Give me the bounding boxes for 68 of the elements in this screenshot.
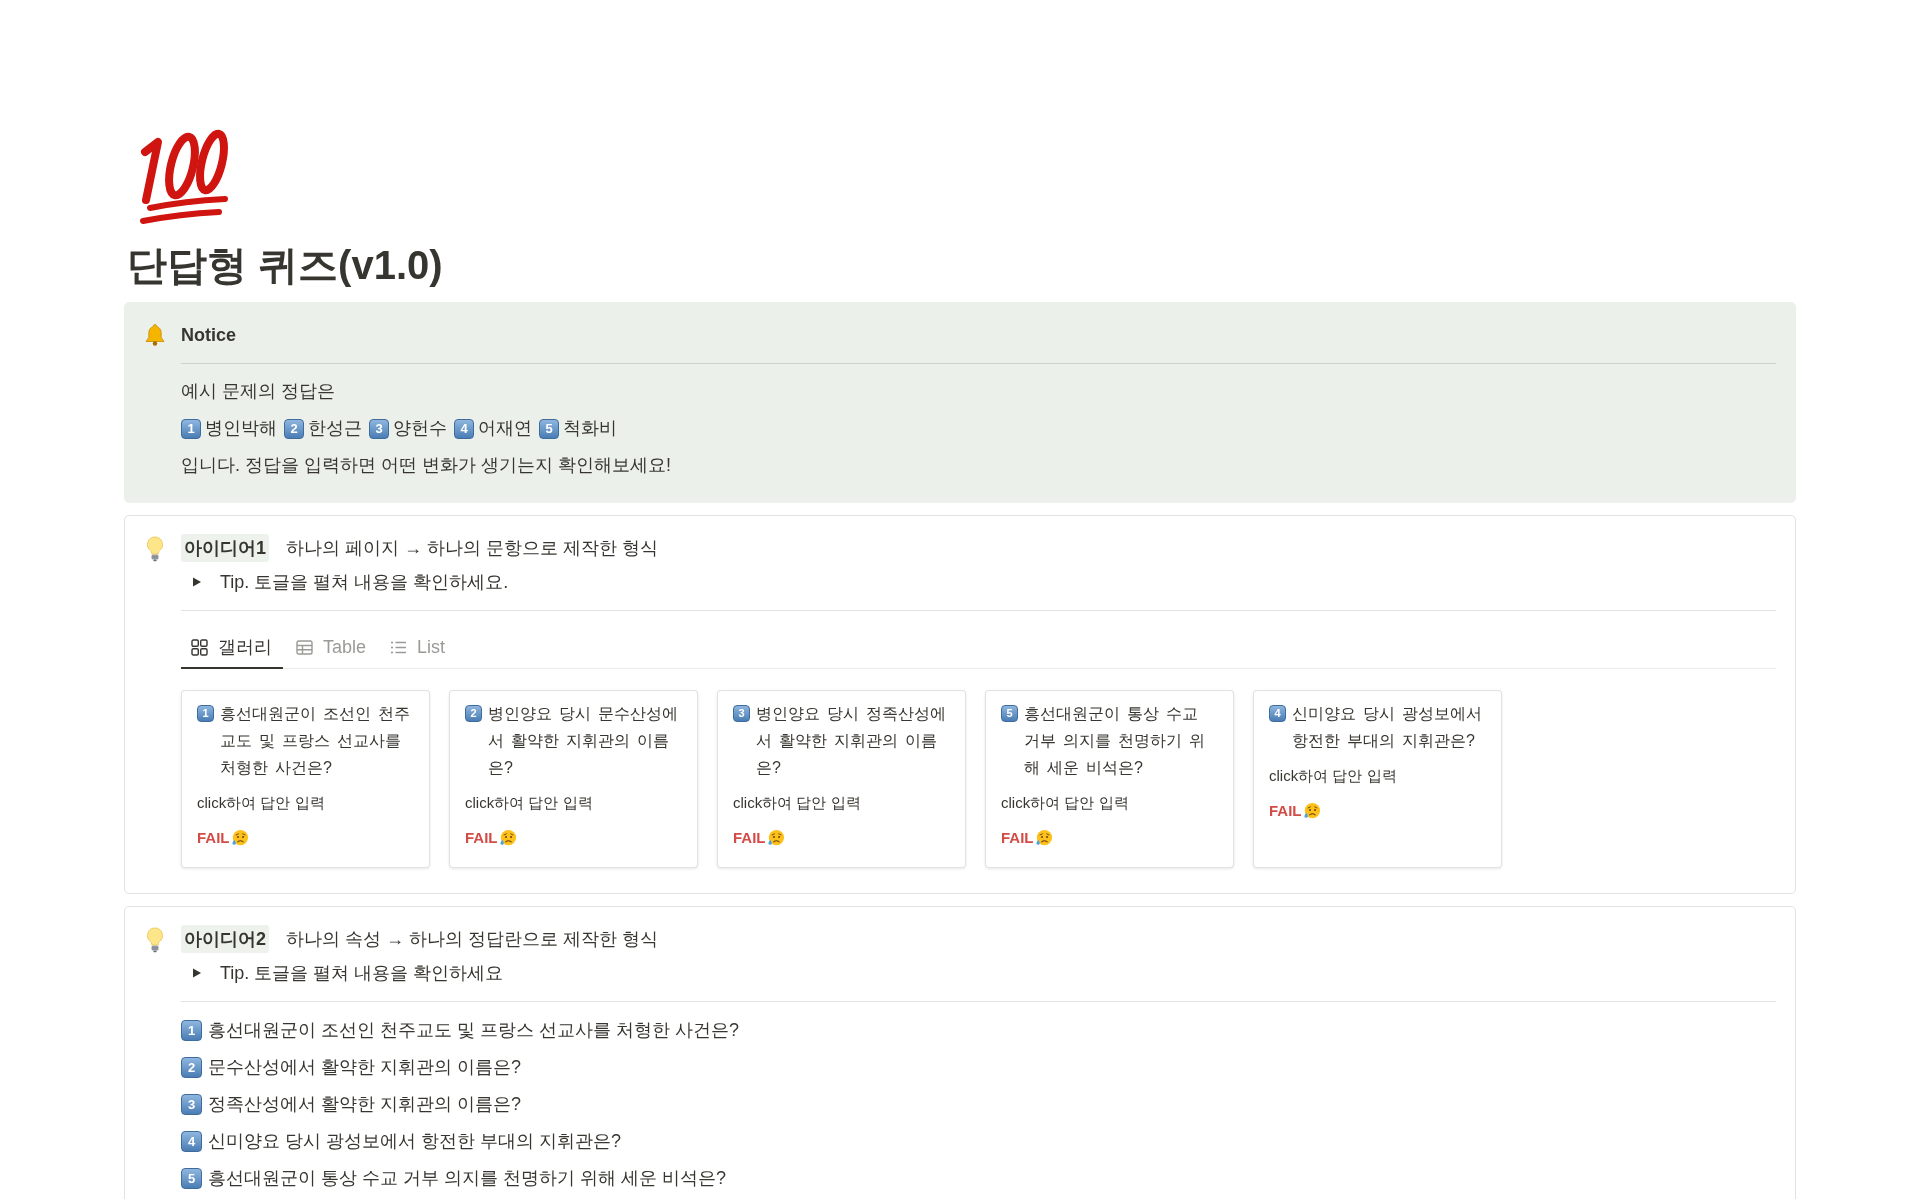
callout-title: Notice [181,324,237,347]
idea-description: 하나의 속성 → 하나의 정답란으로 제작한 형식 [286,928,659,951]
number-keycap: 1 [197,705,214,722]
card-title: 신미양요 당시 광성보에서 항전한 부대의 지휘관은? [1292,704,1483,751]
card-title: 병인양요 당시 문수산성에서 활약한 지휘관의 이름은? [488,704,679,778]
answer-text: 어재연 [478,417,532,440]
result-label: FAIL [733,828,766,848]
question-text: 신미양요 당시 광성보에서 항전한 부대의 지휘관은? [208,1130,621,1153]
question-text: 흥선대원군이 조선인 천주교도 및 프랑스 선교사를 처형한 사건은? [208,1019,740,1042]
card-title: 흥선대원군이 통상 수교 거부 의지를 천명하기 위해 세운 비석은? [1024,704,1206,778]
number-keycap: 3 [733,705,750,722]
number-keycap: 5 [181,1168,202,1189]
page-title: 단답형 퀴즈(v1.0) [127,242,444,289]
number-keycap: 5 [539,418,559,439]
answer-text: 양헌수 [393,417,447,440]
card-title: 병인양요 당시 정족산성에서 활약한 지휘관의 이름은? [756,704,947,778]
gallery-card[interactable]: 4 신미양요 당시 광성보에서 항전한 부대의 지휘관은? click하여 답안 입력 FAIL [1253,690,1502,868]
result-label: FAIL [1269,801,1302,821]
sad-face-icon [498,829,517,847]
light-bulb-icon [146,536,164,562]
number-keycap: 2 [181,1057,202,1078]
idea-description: 하나의 페이지 → 하나의 문항으로 제작한 형식 [286,537,659,560]
idea-title: 아이디어2 [181,925,269,953]
question-text: 흥선대원군이 통상 수교 거부 의지를 천명하기 위해 세운 비석은? [208,1167,727,1190]
toggle-text: Tip. 토글을 펼쳐 내용을 확인하세요 [220,962,504,985]
sad-face-icon [1302,802,1321,820]
light-bulb-icon [146,927,164,953]
toggle-triangle-icon[interactable] [192,577,202,587]
gallery-card[interactable]: 2 병인양요 당시 문수산성에서 활약한 지휘관의 이름은? click하여 답안 입력 FAIL [449,690,698,868]
gallery-card[interactable]: 3 병인양요 당시 정족산성에서 활약한 지휘관의 이름은? click하여 답안 입력 FAIL [717,690,966,868]
number-keycap: 1 [181,1020,202,1041]
result-label: FAIL [465,828,498,848]
table-icon [296,638,313,656]
answer-prompt: click하여 답안 입력 [197,793,326,813]
notice-text: 예시 문제의 정답은 [181,380,336,403]
answer-prompt: click하여 답안 입력 [465,793,594,813]
answer-text: 병인박해 [205,417,277,440]
idea-title: 아이디어1 [181,534,269,562]
result-label: FAIL [1001,828,1034,848]
bell-icon [143,323,167,347]
number-keycap: 3 [181,1094,202,1115]
grid-icon [191,638,208,656]
sad-face-icon [230,829,249,847]
number-keycap: 4 [1269,705,1286,722]
gallery-card[interactable]: 1 흥선대원군이 조선인 천주교도 및 프랑스 선교사를 처형한 사건은? click하여 답안 입력 FAIL [181,690,430,868]
answer-prompt: click하여 답안 입력 [733,793,862,813]
answer-text: 한성근 [308,417,362,440]
notice-text: 입니다. 정답을 입력하면 어떤 변화가 생기는지 확인해보세요! [181,454,672,477]
answer-prompt: click하여 답안 입력 [1269,766,1398,786]
sad-face-icon [1034,829,1053,847]
number-keycap: 2 [284,418,304,439]
number-keycap: 1 [181,418,201,439]
toggle-triangle-icon[interactable] [192,968,202,978]
number-keycap: 4 [454,418,474,439]
question-text: 문수산성에서 활약한 지휘관의 이름은? [208,1056,521,1079]
number-keycap: 4 [181,1131,202,1152]
result-label: FAIL [197,828,230,848]
question-text: 정족산성에서 활약한 지휘관의 이름은? [208,1093,521,1116]
number-keycap: 3 [369,418,389,439]
answer-prompt: click하여 답안 입력 [1001,793,1130,813]
card-title: 흥선대원군이 조선인 천주교도 및 프랑스 선교사를 처형한 사건은? [220,704,411,778]
sad-face-icon [766,829,785,847]
number-keycap: 2 [465,705,482,722]
number-keycap: 5 [1001,705,1018,722]
view-tab[interactable]: 갤러리 [181,627,283,669]
toggle-text: Tip. 토글을 펼쳐 내용을 확인하세요. [220,571,509,594]
gallery-card[interactable]: 5 흥선대원군이 통상 수교 거부 의지를 천명하기 위해 세운 비석은? click하여 답안 입력 FAIL [985,690,1234,868]
answer-text: 척화비 [563,417,617,440]
